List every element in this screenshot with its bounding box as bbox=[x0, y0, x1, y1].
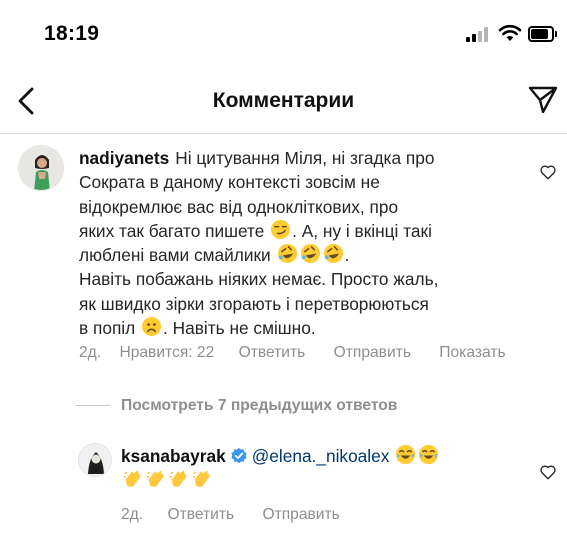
avatar[interactable] bbox=[18, 145, 64, 191]
clapping-hands-emoji-icon bbox=[123, 471, 141, 488]
rofl-emoji-icon bbox=[300, 244, 320, 264]
frown-emoji-icon bbox=[142, 317, 162, 337]
reply-text: ksanabayrak @elena._nikoalex bbox=[121, 444, 531, 493]
wifi-icon bbox=[498, 24, 522, 41]
tears-of-joy-emoji-icon bbox=[419, 444, 439, 465]
comment-meta: 2д. Нравится: 22 Ответить Отправить Пока… bbox=[79, 344, 506, 362]
reply-meta: 2д. Ответить Отправить bbox=[121, 506, 340, 524]
comment-username[interactable]: nadiyanets bbox=[79, 148, 169, 168]
comment-time: 2д. bbox=[79, 344, 102, 361]
smirk-emoji-icon bbox=[271, 219, 291, 239]
send-button[interactable]: Отправить bbox=[334, 344, 411, 361]
page-title: Комментарии bbox=[212, 89, 355, 112]
battery-icon bbox=[528, 26, 558, 42]
status-time: 18:19 bbox=[44, 22, 100, 45]
reply-time: 2д. bbox=[121, 506, 144, 523]
header-divider bbox=[0, 133, 567, 134]
clapping-hands-emoji-icon bbox=[169, 471, 187, 488]
send-button[interactable]: Отправить bbox=[262, 506, 339, 523]
avatar[interactable] bbox=[78, 443, 112, 477]
reply-button[interactable]: Ответить bbox=[239, 344, 306, 361]
cellular-signal-icon bbox=[466, 26, 492, 42]
clapping-hands-emoji-icon bbox=[146, 471, 164, 488]
mention-link[interactable]: @elena._nikoalex bbox=[252, 446, 390, 466]
like-heart-icon[interactable] bbox=[539, 463, 557, 481]
verified-badge-icon bbox=[231, 448, 247, 464]
like-heart-icon[interactable] bbox=[539, 163, 557, 181]
likes-count[interactable]: Нравится: 22 bbox=[119, 344, 214, 361]
clapping-hands-emoji-icon bbox=[192, 471, 210, 488]
comment-text: nadiyanets Ні цитування Міля, ні згадка п… bbox=[79, 148, 439, 339]
reply-button[interactable]: Ответить bbox=[167, 506, 234, 523]
paper-plane-icon[interactable] bbox=[527, 85, 559, 115]
tears-of-joy-emoji-icon bbox=[396, 444, 416, 465]
reply-username[interactable]: ksanabayrak bbox=[121, 446, 226, 466]
rofl-emoji-icon bbox=[323, 244, 343, 264]
rofl-emoji-icon bbox=[277, 244, 297, 264]
show-button[interactable]: Показать bbox=[439, 344, 505, 361]
thread-line bbox=[76, 405, 110, 406]
view-previous-replies[interactable]: Посмотреть 7 предыдущих ответов bbox=[121, 397, 397, 415]
